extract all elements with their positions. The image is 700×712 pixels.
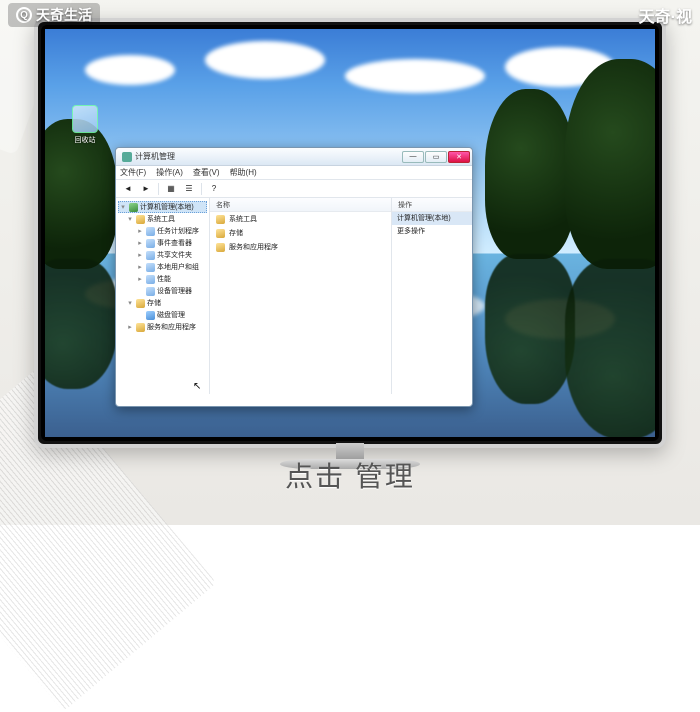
cloud (205, 41, 325, 79)
bin-icon (72, 105, 98, 133)
tree-reflection (45, 259, 117, 389)
folder-icon (136, 215, 145, 224)
brand-right-text: 天奇·视 (639, 3, 692, 27)
share-icon (146, 251, 155, 260)
cloud (345, 59, 485, 93)
tree-item[interactable]: 事件查看器 (157, 238, 192, 248)
computer-management-window: 计算机管理 — ▭ ✕ 文件(F) 操作(A) 查看(V) 帮助(H) ◄ (115, 147, 473, 407)
tree-pane[interactable]: ▾计算机管理(本地) ▾系统工具 ▸任务计划程序 ▸事件查看器 ▸共享文件夹 ▸… (116, 198, 210, 394)
tree-item[interactable]: 设备管理器 (157, 286, 192, 296)
folder-icon (216, 243, 225, 252)
brand-logo-icon: Q (16, 7, 32, 23)
tree-storage[interactable]: 存储 (147, 298, 161, 308)
actions-title[interactable]: 计算机管理(本地) (392, 212, 472, 225)
list-pane[interactable]: 名称 系统工具 存储 服务和应用程序 (210, 198, 392, 394)
tree (565, 59, 655, 269)
show-hide-tree-button[interactable]: ▦ (163, 182, 179, 196)
tree-item[interactable]: 磁盘管理 (157, 310, 185, 320)
maximize-button[interactable]: ▭ (425, 151, 447, 163)
task-icon (146, 227, 155, 236)
menu-help[interactable]: 帮助(H) (230, 167, 257, 178)
disk-icon (146, 311, 155, 320)
perf-icon (146, 275, 155, 284)
brand-left-text: 天奇生活 (36, 5, 92, 25)
close-button[interactable]: ✕ (448, 151, 470, 163)
tree-item[interactable]: 本地用户和组 (157, 262, 199, 272)
monitor-frame: 回收站 计算机管理 — ▭ ✕ 文件(F) 操作(A) (34, 18, 666, 448)
folder-icon (136, 323, 145, 332)
device-icon (146, 287, 155, 296)
video-overlay-top: Q 天奇生活 天奇·视 (0, 0, 700, 30)
cloud (85, 55, 175, 85)
tree-item[interactable]: 共享文件夹 (157, 250, 192, 260)
actions-more[interactable]: 更多操作 (392, 225, 472, 238)
help-button[interactable]: ? (206, 182, 222, 196)
minimize-button[interactable]: — (402, 151, 424, 163)
toolbar: ◄ ► ▦ ☰ ? (116, 180, 472, 198)
event-icon (146, 239, 155, 248)
desktop-screen[interactable]: 回收站 计算机管理 — ▭ ✕ 文件(F) 操作(A) (45, 29, 655, 437)
tree-root[interactable]: 计算机管理(本地) (140, 202, 194, 212)
forward-button[interactable]: ► (138, 182, 154, 196)
window-title: 计算机管理 (135, 151, 175, 162)
window-body: ▾计算机管理(本地) ▾系统工具 ▸任务计划程序 ▸事件查看器 ▸共享文件夹 ▸… (116, 198, 472, 394)
actions-pane[interactable]: 操作 计算机管理(本地) 更多操作 (392, 198, 472, 394)
tree-item[interactable]: 任务计划程序 (157, 226, 199, 236)
tree (485, 89, 575, 259)
menu-file[interactable]: 文件(F) (120, 167, 146, 178)
separator (158, 183, 159, 195)
window-titlebar[interactable]: 计算机管理 — ▭ ✕ (116, 148, 472, 166)
list-header[interactable]: 名称 (210, 198, 391, 212)
menu-view[interactable]: 查看(V) (193, 167, 220, 178)
computer-icon (129, 203, 138, 212)
monitor-bezel: 回收站 计算机管理 — ▭ ✕ 文件(F) 操作(A) (41, 25, 659, 441)
tree-reflection (485, 254, 575, 404)
tree-reflection (565, 259, 655, 437)
folder-icon (216, 215, 225, 224)
back-button[interactable]: ◄ (120, 182, 136, 196)
users-icon (146, 263, 155, 272)
separator (201, 183, 202, 195)
tree-services[interactable]: 服务和应用程序 (147, 322, 196, 332)
list-item[interactable]: 存储 (210, 226, 391, 240)
brand-left: Q 天奇生活 (8, 3, 100, 27)
video-subtitle: 点击 管理 (0, 455, 700, 495)
folder-icon (136, 299, 145, 308)
tree-system-tools[interactable]: 系统工具 (147, 214, 175, 224)
tree-item[interactable]: 性能 (157, 274, 171, 284)
menu-action[interactable]: 操作(A) (156, 167, 183, 178)
folder-icon (216, 229, 225, 238)
mouse-cursor-icon: ↖ (193, 381, 201, 392)
actions-header: 操作 (392, 198, 472, 212)
properties-button[interactable]: ☰ (181, 182, 197, 196)
recycle-bin-icon[interactable]: 回收站 (67, 105, 103, 147)
list-item[interactable]: 服务和应用程序 (210, 240, 391, 254)
app-icon (122, 152, 132, 162)
list-item[interactable]: 系统工具 (210, 212, 391, 226)
recycle-bin-label: 回收站 (75, 135, 96, 145)
menu-bar: 文件(F) 操作(A) 查看(V) 帮助(H) (116, 166, 472, 180)
